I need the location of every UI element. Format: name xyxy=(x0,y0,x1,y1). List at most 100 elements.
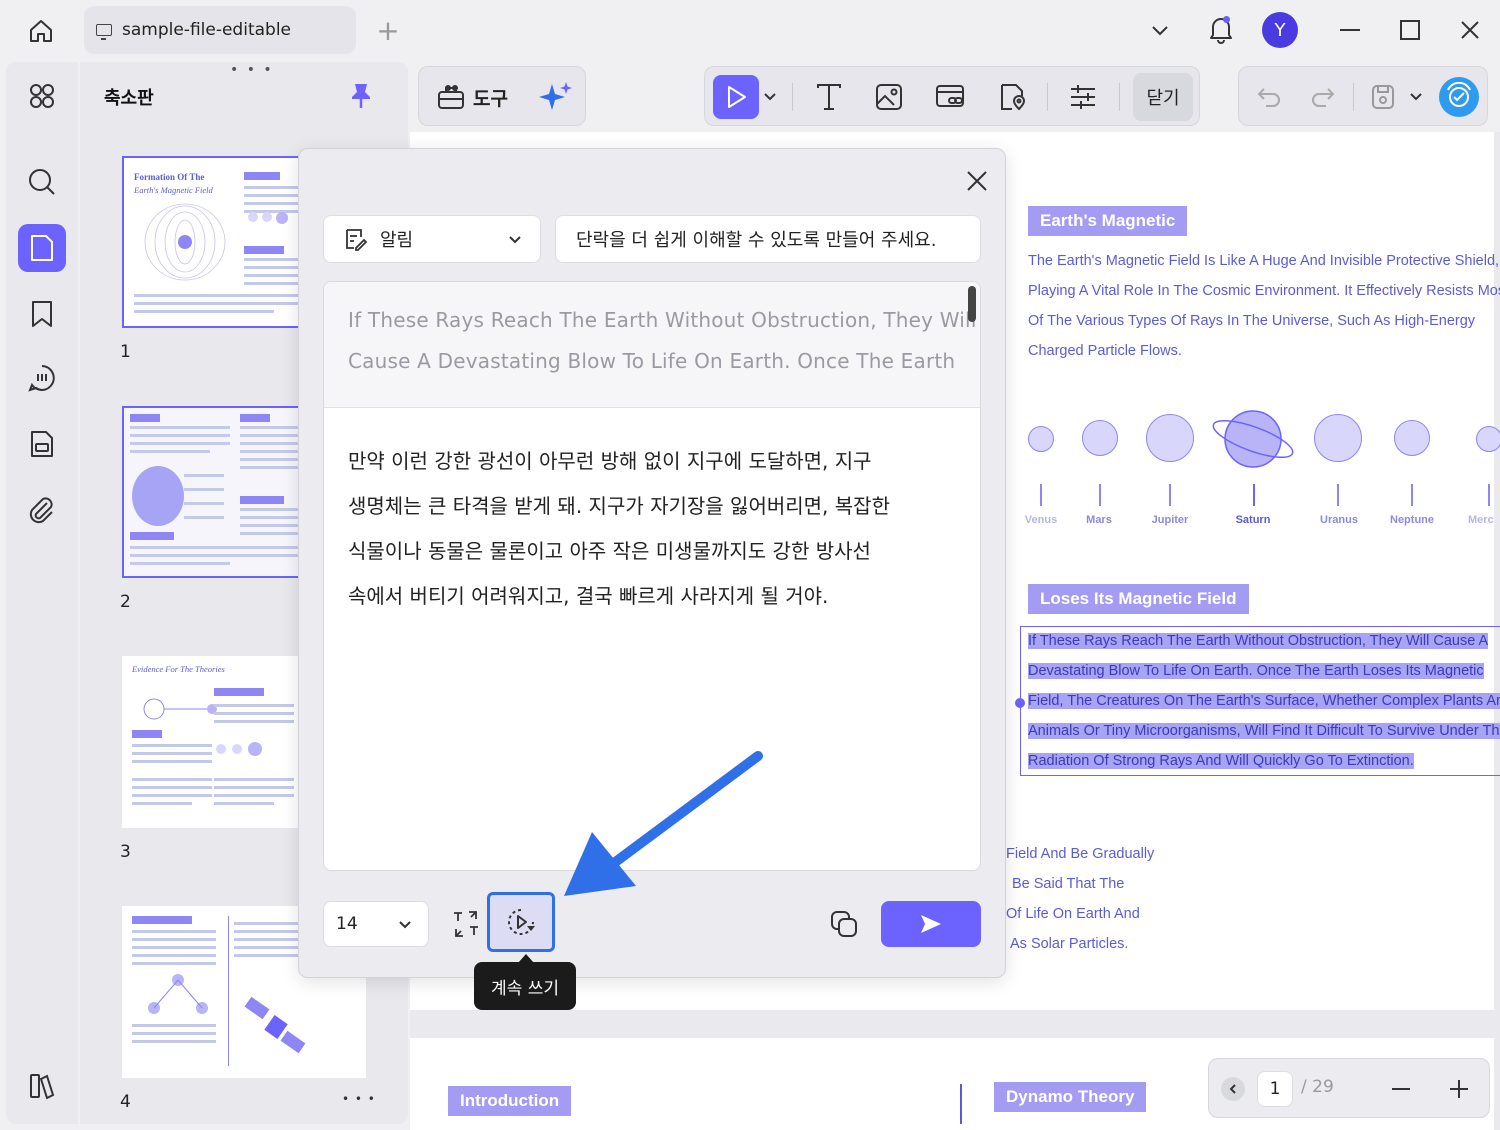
section-title: Dynamo Theory xyxy=(994,1082,1147,1112)
source-line: If These Rays Reach The Earth Without Ob… xyxy=(348,308,977,332)
translate-swap-icon[interactable] xyxy=(449,907,483,941)
page-number-4: 4 xyxy=(120,1092,131,1112)
previous-page-icon[interactable] xyxy=(1221,1077,1245,1101)
panel-title: 축소판 xyxy=(104,88,154,109)
font-size-value: 14 xyxy=(336,914,358,934)
selected-line: Field, The Creatures On The Earth's Surf… xyxy=(1028,693,1500,709)
bookmark-icon[interactable] xyxy=(18,290,66,338)
page-number-2: 2 xyxy=(120,592,131,612)
save-icon[interactable] xyxy=(1367,81,1399,113)
prompt-input[interactable]: 단락을 더 쉽게 이해할 수 있도록 만들어 주세요. xyxy=(555,215,981,263)
zoom-out-icon[interactable] xyxy=(1387,1075,1415,1103)
mode-dropdown[interactable]: 알림 xyxy=(323,215,541,263)
divider xyxy=(1119,83,1120,111)
output-line: 만약 이런 강한 광선이 아무런 방해 없이 지구에 도달하면, 지구 xyxy=(348,449,872,473)
panel-drag-handle[interactable]: • • • xyxy=(230,62,274,78)
select-cursor-tool[interactable] xyxy=(713,75,759,119)
ai-assistant-icon[interactable] xyxy=(1439,77,1479,117)
chevron-down-icon[interactable] xyxy=(1407,87,1425,107)
output-line: 생명체는 큰 타격을 받게 돼. 지구가 자기장을 잃어버리면, 복잡한 xyxy=(348,494,890,518)
comment-icon[interactable] xyxy=(18,354,66,402)
tools-label[interactable]: 도구 xyxy=(473,81,508,113)
source-text-area[interactable]: If These Rays Reach The Earth Without Ob… xyxy=(324,282,980,408)
layers-book-icon[interactable] xyxy=(18,1062,66,1110)
planet-neptune xyxy=(1394,420,1430,456)
selection-handle[interactable] xyxy=(1015,698,1025,708)
planet-illustration xyxy=(132,466,184,526)
more-options-icon[interactable]: • • • xyxy=(342,1092,376,1106)
planet-label: Neptune xyxy=(1390,514,1434,526)
planet-label: Saturn xyxy=(1235,514,1271,526)
copy-icon[interactable] xyxy=(827,907,861,941)
tooltip: 계속 쓰기 xyxy=(474,962,576,1010)
paragraph-line: Be Said That The xyxy=(1012,876,1125,892)
chevron-down-icon xyxy=(399,921,411,929)
continue-writing-button[interactable] xyxy=(487,892,555,952)
pin-icon[interactable] xyxy=(348,82,374,114)
paragraph-line: Playing A Vital Role In The Cosmic Envir… xyxy=(1028,283,1500,299)
selected-line: Radiation Of Strong Rays And Will Quickl… xyxy=(1028,753,1414,769)
tools-group: 도구 xyxy=(418,66,586,126)
thumb-heading: Formation Of The xyxy=(134,172,205,182)
text-tool-icon[interactable] xyxy=(811,79,847,115)
bell-icon[interactable] xyxy=(1204,12,1238,46)
image-tool-icon[interactable] xyxy=(871,79,907,115)
output-line: 식물이나 동물은 물론이고 아주 작은 미생물까지도 강한 방사선 xyxy=(348,539,871,563)
planet-label: Uranus xyxy=(1320,514,1358,526)
undo-icon[interactable] xyxy=(1253,81,1285,113)
history-group xyxy=(1238,66,1488,126)
search-icon[interactable] xyxy=(18,158,66,206)
redo-icon[interactable] xyxy=(1307,81,1339,113)
notification-dot xyxy=(1223,16,1230,23)
toolbox-icon[interactable] xyxy=(433,79,469,115)
continue-writing-icon xyxy=(508,909,535,935)
form-page-icon[interactable] xyxy=(18,420,66,468)
planet-jupiter xyxy=(1146,414,1194,462)
planet-label: Jupiter xyxy=(1151,514,1189,526)
chevron-down-icon[interactable] xyxy=(1146,16,1174,44)
page-location-icon[interactable] xyxy=(995,79,1031,115)
source-line: Cause A Devastating Blow To Life On Eart… xyxy=(348,349,956,373)
edit-tools-group: 닫기 xyxy=(704,66,1200,126)
zoom-in-icon[interactable] xyxy=(1445,1075,1473,1103)
planet-saturn xyxy=(1212,410,1294,468)
orbit-illustration xyxy=(143,698,217,720)
send-button[interactable] xyxy=(881,901,981,947)
font-size-dropdown[interactable]: 14 xyxy=(323,901,429,947)
chevron-down-icon xyxy=(509,236,521,244)
close-edit-button[interactable]: 닫기 xyxy=(1133,73,1193,121)
adjust-sliders-icon[interactable] xyxy=(1065,79,1101,115)
page-number-3: 3 xyxy=(120,842,131,862)
planet-label: Merc xyxy=(1468,514,1494,526)
page-number-input[interactable]: 1 xyxy=(1257,1071,1293,1107)
chevron-down-icon[interactable] xyxy=(761,87,779,107)
scrollbar[interactable] xyxy=(968,286,976,322)
thumbnails-page-icon[interactable] xyxy=(18,224,66,272)
page-number-1: 1 xyxy=(120,342,131,362)
home-icon[interactable] xyxy=(24,14,58,48)
minimize-icon[interactable] xyxy=(1336,16,1364,44)
file-tab[interactable]: sample-file-editable xyxy=(84,6,356,54)
divider xyxy=(960,1084,962,1124)
close-icon[interactable] xyxy=(963,167,991,195)
thumb-tag xyxy=(244,246,284,254)
satellite-illustration xyxy=(244,996,306,1054)
network-illustration xyxy=(148,974,208,1014)
magnetic-field-illustration xyxy=(144,203,226,281)
divider xyxy=(792,83,793,111)
avatar[interactable]: Y xyxy=(1262,12,1298,48)
apps-grid-icon[interactable] xyxy=(18,72,66,120)
page-navigator: 1 / 29 xyxy=(1208,1058,1490,1118)
new-tab-plus-icon[interactable]: + xyxy=(374,14,402,47)
selected-line: Devastating Blow To Life On Earth. Once … xyxy=(1028,663,1484,679)
section-title: Loses Its Magnetic Field xyxy=(1028,584,1249,614)
planet-mercury xyxy=(1476,426,1500,452)
ai-sparkle-icon[interactable] xyxy=(537,79,575,115)
mode-label: 알림 xyxy=(380,230,414,251)
output-line: 속에서 버티기 어려워지고, 결국 빠르게 사라지게 될 거야. xyxy=(348,584,829,608)
link-tool-icon[interactable] xyxy=(933,79,969,115)
close-window-icon[interactable] xyxy=(1456,16,1484,44)
divider xyxy=(1047,83,1048,111)
attachment-icon[interactable] xyxy=(18,486,66,534)
maximize-icon[interactable] xyxy=(1396,16,1424,44)
